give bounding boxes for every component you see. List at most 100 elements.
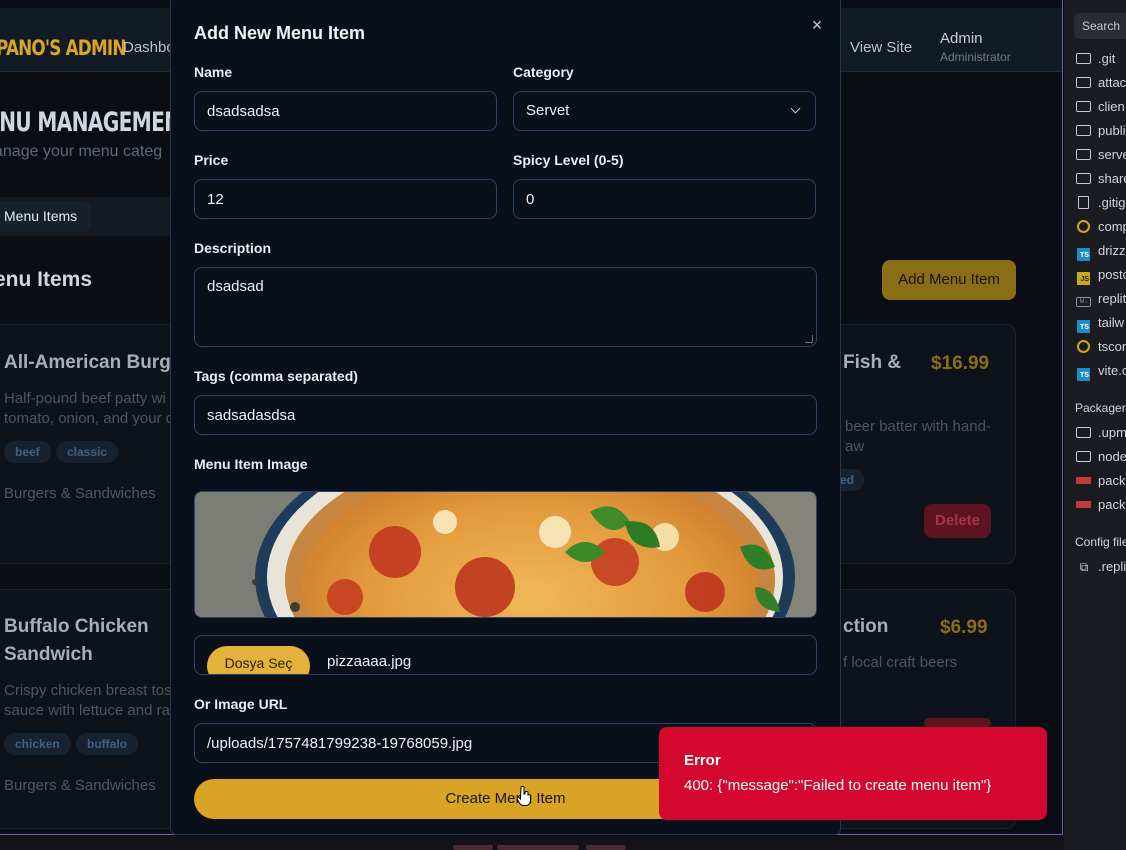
card-description: sauce with lettuce and ra xyxy=(4,702,170,719)
brand-logo[interactable]: PANO'S ADMIN xyxy=(0,36,126,60)
card-title: Fish & xyxy=(843,352,902,373)
npm-icon xyxy=(1076,477,1091,484)
folder-icon xyxy=(1076,125,1091,136)
taskbar-item[interactable] xyxy=(586,845,626,850)
tree-item-folder[interactable]: share xyxy=(1076,168,1126,190)
taskbar-strip xyxy=(0,836,1064,850)
tree-item-file[interactable]: JS postc xyxy=(1076,264,1126,286)
folder-icon xyxy=(1076,173,1091,184)
typescript-icon: TS xyxy=(1077,320,1090,333)
description-label: Description xyxy=(194,240,272,256)
folder-icon xyxy=(1076,77,1091,88)
error-toast[interactable]: Error 400: {"message":"Failed to create … xyxy=(659,727,1047,820)
file-input[interactable]: Dosya Seç pizzaaaa.jpg xyxy=(194,635,817,675)
explorer-search[interactable]: Search xyxy=(1074,13,1126,39)
card-tag: beef xyxy=(4,441,51,463)
tree-item-folder[interactable]: clien xyxy=(1076,96,1126,118)
folder-icon xyxy=(1076,427,1091,438)
tree-item-file[interactable]: pack xyxy=(1076,494,1126,516)
tree-item-file[interactable]: pack xyxy=(1076,470,1126,492)
delete-button[interactable]: Delete xyxy=(924,504,991,538)
file-explorer-panel: Search .git attac clien publi serve shar… xyxy=(1064,0,1126,850)
tree-item-file[interactable]: tscor xyxy=(1076,336,1126,358)
nav-dashboard[interactable]: Dashbo xyxy=(123,39,175,56)
card-tag: classic xyxy=(56,441,119,463)
spicy-level-input[interactable] xyxy=(513,179,816,219)
tab-menu-items[interactable]: Menu Items xyxy=(0,201,92,232)
card-title: Buffalo Chicken xyxy=(4,616,149,637)
tags-input[interactable] xyxy=(194,395,817,435)
image-preview xyxy=(194,491,817,618)
javascript-icon: JS xyxy=(1077,272,1090,285)
hand-cursor-icon xyxy=(517,786,531,806)
category-select[interactable]: Servet xyxy=(513,91,816,131)
folder-icon xyxy=(1076,101,1091,112)
tree-item-folder[interactable]: serve xyxy=(1076,144,1126,166)
tree-item-label: drizz xyxy=(1098,243,1126,258)
tree-item-file[interactable]: TS drizz xyxy=(1076,240,1126,262)
page-title: ENU MANAGEMENT xyxy=(0,107,194,138)
folder-icon xyxy=(1076,451,1091,462)
tree-item-file[interactable]: .gitig xyxy=(1076,192,1126,214)
image-url-label: Or Image URL xyxy=(194,696,288,712)
card-price: $6.99 xyxy=(940,617,988,638)
price-input[interactable] xyxy=(194,179,497,219)
section-title: enu Items xyxy=(0,268,93,291)
tree-item-label: comp xyxy=(1098,219,1126,234)
tree-item-file[interactable]: comp xyxy=(1076,216,1126,238)
tree-item-folder[interactable]: node xyxy=(1076,446,1126,468)
card-tag: chicken xyxy=(4,733,71,755)
description-textarea[interactable]: dsadsad xyxy=(194,267,817,347)
nav-view-site[interactable]: View Site xyxy=(850,39,912,56)
tree-item-label: .gitig xyxy=(1098,195,1126,210)
close-icon[interactable]: × xyxy=(807,15,827,35)
image-label: Menu Item Image xyxy=(194,456,308,472)
tree-item-file[interactable]: M↓ replit xyxy=(1076,288,1126,310)
packager-heading[interactable]: Packager xyxy=(1075,401,1126,415)
price-label: Price xyxy=(194,152,229,168)
name-input[interactable] xyxy=(194,91,497,131)
category-label: Category xyxy=(513,64,574,80)
taskbar-item[interactable] xyxy=(453,845,493,850)
typescript-icon: TS xyxy=(1077,368,1090,381)
card-price: $16.99 xyxy=(931,353,990,374)
selected-file-name: pizzaaaa.jpg xyxy=(327,653,412,670)
card-description: tomato, onion, and your c xyxy=(4,410,174,427)
folder-icon xyxy=(1076,53,1091,64)
tree-item-file[interactable]: TS vite.c xyxy=(1076,360,1126,382)
card-tag: buffalo xyxy=(76,733,138,755)
tree-item-label: vite.c xyxy=(1098,363,1126,378)
file-icon xyxy=(1078,196,1089,209)
taskbar-item[interactable] xyxy=(497,845,579,850)
tree-item-folder[interactable]: .upm xyxy=(1076,422,1126,444)
config-icon xyxy=(1077,220,1090,233)
card-description: beer batter with hand- xyxy=(845,418,991,435)
toast-message: 400: {"message":"Failed to create menu i… xyxy=(684,777,992,794)
tree-item-label: share xyxy=(1098,171,1126,186)
markdown-icon: M↓ xyxy=(1076,297,1091,307)
npm-icon xyxy=(1076,501,1091,508)
tree-item-folder[interactable]: .git xyxy=(1076,48,1126,70)
card-category: Burgers & Sandwiches xyxy=(4,777,156,794)
tree-item-file[interactable]: ⧉ .repli xyxy=(1076,556,1126,578)
tree-item-file[interactable]: TS tailw xyxy=(1076,312,1126,334)
tree-item-label: postc xyxy=(1098,267,1126,282)
resize-handle-icon[interactable] xyxy=(805,335,813,343)
dialog-title: Add New Menu Item xyxy=(194,23,366,43)
tree-item-label: tailw xyxy=(1098,315,1125,330)
tree-item-label: attac xyxy=(1098,75,1126,90)
choose-file-button[interactable]: Dosya Seç xyxy=(207,646,310,674)
typescript-icon: TS xyxy=(1077,248,1090,261)
tree-item-label: replit xyxy=(1098,291,1126,306)
card-description: Crispy chicken breast tos xyxy=(4,682,172,699)
tree-item-folder[interactable]: publi xyxy=(1076,120,1126,142)
card-category: Burgers & Sandwiches xyxy=(4,485,156,502)
config-files-heading[interactable]: Config file xyxy=(1075,535,1126,549)
tree-item-label: tscor xyxy=(1098,339,1126,354)
add-menu-item-button[interactable]: Add Menu Item xyxy=(882,260,1016,300)
tree-item-label: pack xyxy=(1098,497,1126,512)
tree-item-folder[interactable]: attac xyxy=(1076,72,1126,94)
add-menu-item-dialog: Add New Menu Item × Name Category Servet… xyxy=(170,0,841,835)
admin-name[interactable]: Admin xyxy=(940,30,983,47)
admin-role: Administrator xyxy=(940,50,1011,64)
